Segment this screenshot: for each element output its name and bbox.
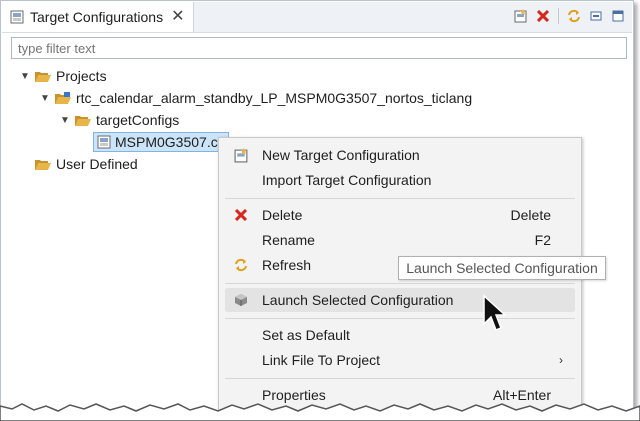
submenu-arrow-icon: › — [559, 353, 563, 367]
tree-label-project: rtc_calendar_alarm_standby_LP_MSPM0G3507… — [76, 90, 473, 106]
tree-node-target-configs[interactable]: ▼ targetConfigs — [59, 109, 179, 131]
menu-item-launch-selected-configuration[interactable]: Launch Selected Configuration — [225, 288, 575, 312]
menu-item-label: Link File To Project — [262, 352, 381, 368]
menu-item-new-target-configuration[interactable]: New Target Configuration — [225, 143, 575, 167]
menu-item-label: Delete — [262, 207, 303, 223]
menu-separator — [225, 198, 575, 199]
red-x-icon — [233, 207, 249, 223]
launch-icon — [233, 292, 249, 308]
tooltip: Launch Selected Configuration — [398, 256, 606, 280]
maximize-icon[interactable] — [610, 8, 626, 24]
menu-item-rename[interactable]: Rename F2 — [225, 228, 575, 252]
menu-item-label: Set as Default — [262, 327, 350, 343]
tree-label-projects: Projects — [56, 68, 107, 84]
menu-item-shortcut: F2 — [534, 232, 551, 248]
tree-node-project[interactable]: ▼ rtc_calendar_alarm_standby_LP_MSPM0G35… — [39, 87, 472, 109]
menu-item-label: Launch Selected Configuration — [262, 292, 454, 308]
menu-item-shortcut: Delete — [510, 207, 551, 223]
toolbar-separator — [558, 8, 559, 24]
menu-item-label: Rename — [262, 232, 315, 248]
tab-target-configurations[interactable]: Target Configurations ✕ — [2, 2, 194, 32]
refresh-icon — [233, 257, 249, 273]
close-icon[interactable]: ✕ — [171, 9, 184, 25]
menu-item-link-file-to-project[interactable]: Link File To Project › — [225, 348, 575, 372]
menu-separator — [225, 283, 575, 284]
menu-item-label: New Target Configuration — [262, 147, 420, 163]
menu-item-set-as-default[interactable]: Set as Default — [225, 323, 575, 347]
refresh-icon[interactable] — [566, 8, 582, 24]
tab-title: Target Configurations — [30, 9, 164, 25]
menu-separator — [225, 318, 575, 319]
new-config-icon[interactable] — [513, 8, 529, 24]
chevron-down-icon[interactable]: ▼ — [59, 115, 71, 126]
chevron-down-icon[interactable]: ▼ — [19, 71, 31, 82]
folder-open-icon — [75, 115, 91, 126]
target-config-icon — [10, 10, 24, 24]
menu-item-label: Import Target Configuration — [262, 172, 432, 188]
tree-label-ccxml-file: MSPM0G3507.cc — [115, 134, 225, 150]
target-config-file-icon — [97, 135, 111, 149]
delete-icon[interactable] — [535, 8, 551, 24]
tree-node-user-defined[interactable]: User Defined — [19, 153, 138, 175]
new-config-icon — [233, 147, 249, 163]
view-toolbar — [513, 8, 626, 24]
project-folder-icon — [55, 91, 71, 104]
torn-edge-decoration — [0, 403, 640, 421]
mouse-pointer-icon — [483, 294, 506, 331]
chevron-down-icon[interactable]: ▼ — [39, 93, 51, 104]
folder-open-icon — [35, 71, 51, 82]
menu-separator — [225, 378, 575, 379]
tree-label-user-defined: User Defined — [56, 156, 138, 172]
selected-item[interactable]: MSPM0G3507.cc — [93, 132, 229, 152]
menu-item-label: Refresh — [262, 257, 312, 273]
tree-node-projects[interactable]: ▼ Projects — [19, 65, 107, 87]
menu-item-delete[interactable]: Delete Delete — [225, 203, 575, 227]
view-tab-bar: Target Configurations ✕ — [2, 2, 632, 33]
tree-label-target-configs: targetConfigs — [96, 112, 180, 128]
tree-node-ccxml-file[interactable]: MSPM0G3507.cc — [93, 131, 229, 153]
folder-open-icon — [35, 159, 51, 170]
minimize-icon[interactable] — [588, 8, 604, 24]
filter-input[interactable] — [11, 37, 627, 59]
menu-item-import-target-configuration[interactable]: Import Target Configuration — [225, 168, 575, 192]
